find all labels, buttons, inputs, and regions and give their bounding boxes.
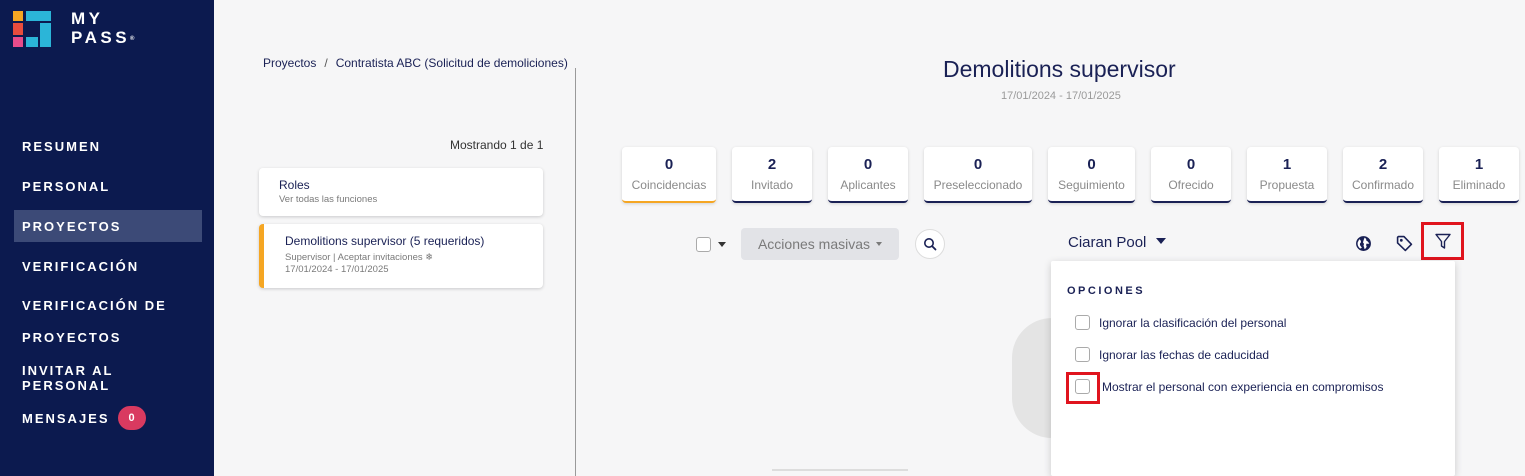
stat-label: Confirmado <box>1351 178 1415 192</box>
stat-label: Coincidencias <box>631 178 707 192</box>
nav-label: PERSONAL <box>22 178 111 194</box>
stat-coincidencias[interactable]: 0 Coincidencias <box>622 147 716 203</box>
card-title: Roles <box>279 178 310 192</box>
stat-aplicantes[interactable]: 0 Aplicantes <box>828 147 908 203</box>
card-dates: 17/01/2024 - 17/01/2025 <box>285 264 389 275</box>
stat-eliminado[interactable]: 1 Eliminado <box>1439 147 1519 203</box>
job-dates: 17/01/2024 - 17/01/2025 <box>1001 90 1121 102</box>
results-count: Mostrando 1 de 1 <box>450 138 544 152</box>
roles-card[interactable]: Roles Ver todas las funciones <box>259 168 543 216</box>
nav-label: PROYECTOS <box>22 218 122 234</box>
option-checkbox[interactable] <box>1075 347 1090 362</box>
stat-value: 0 <box>664 156 674 173</box>
stat-seguimiento[interactable]: 0 Seguimiento <box>1048 147 1135 203</box>
stat-preseleccionado[interactable]: 0 Preseleccionado <box>924 147 1032 203</box>
card-meta: Supervisor | Aceptar invitaciones ❄ <box>285 252 434 263</box>
stat-value: 0 <box>973 156 983 173</box>
logo-mark-icon <box>13 11 51 47</box>
option-ignore-classification[interactable]: Ignorar la clasificación del personal <box>1075 315 1286 330</box>
stat-value: 0 <box>863 156 873 173</box>
user-selector[interactable]: Ciaran Pool <box>1068 234 1167 251</box>
filter-button[interactable] <box>1421 222 1464 260</box>
filter-icon <box>1434 233 1451 249</box>
select-options-caret-icon[interactable] <box>718 242 726 247</box>
stat-value: 1 <box>1282 156 1292 173</box>
option-label: Mostrar el personal con experiencia en c… <box>1102 379 1384 394</box>
stat-value: 2 <box>1378 156 1388 173</box>
globe-button[interactable] <box>1352 232 1374 254</box>
stat-confirmado[interactable]: 2 Confirmado <box>1343 147 1423 203</box>
stat-label: Preseleccionado <box>933 178 1023 192</box>
breadcrumb: Proyectos / Contratista ABC (Solicitud de … <box>263 56 568 70</box>
option-label: Ignorar las fechas de caducidad <box>1099 347 1270 362</box>
nav-item-invitar-personal[interactable]: INVITAR AL PERSONAL <box>14 363 202 393</box>
nav-item-personal[interactable]: PERSONAL <box>14 178 202 194</box>
globe-icon <box>1355 235 1371 251</box>
search-icon <box>924 238 937 251</box>
nav-item-mensajes[interactable]: MENSAJES 0 <box>14 406 202 430</box>
stat-value: 0 <box>1186 156 1196 173</box>
breadcrumb-root-link[interactable]: Proyectos <box>263 56 316 70</box>
stat-label: Propuesta <box>1259 178 1315 192</box>
chevron-down-icon <box>876 242 883 246</box>
logo-text: MY PASS® <box>71 9 134 47</box>
chevron-down-icon <box>1156 238 1167 245</box>
search-button[interactable] <box>915 229 945 259</box>
stat-label: Seguimiento <box>1058 178 1125 192</box>
messages-count-badge: 0 <box>117 406 146 430</box>
stat-value: 0 <box>1087 156 1096 173</box>
nav-label: INVITAR AL PERSONAL <box>22 363 114 393</box>
nav-label-line2: PROYECTOS <box>22 330 122 345</box>
stat-value: 2 <box>767 156 777 173</box>
nav-item-verificacion[interactable]: VERIFICACIÓN <box>14 258 202 274</box>
nav-item-proyectos[interactable]: PROYECTOS <box>14 210 202 242</box>
role-card-demolitions-supervisor[interactable]: Demolitions supervisor (5 requeridos) Su… <box>259 224 543 288</box>
stat-ofrecido[interactable]: 0 Ofrecido <box>1151 147 1231 203</box>
nav-label: RESUMEN <box>22 138 102 154</box>
stat-invitado[interactable]: 2 Invitado <box>732 147 812 203</box>
sidebar: MY PASS® RESUMEN PERSONAL PROYECTOS VERI… <box>0 0 214 476</box>
logo-text-line1: MY <box>71 9 104 28</box>
nav-label: MENSAJES <box>22 410 110 426</box>
breadcrumb-current[interactable]: Contratista ABC (Solicitud de demolicion… <box>336 56 568 70</box>
breadcrumb-separator: / <box>324 56 328 70</box>
tag-icon <box>1396 235 1412 251</box>
option-show-engagement-experience[interactable]: Mostrar el personal con experiencia en c… <box>1075 379 1383 394</box>
logo-text-line2: PASS <box>71 28 131 47</box>
stat-label: Ofrecido <box>1168 178 1214 192</box>
stat-label: Invitado <box>750 178 794 192</box>
tag-button[interactable] <box>1393 232 1415 254</box>
select-all-checkbox[interactable] <box>696 237 711 252</box>
registered-mark: ® <box>130 36 135 42</box>
stat-propuesta[interactable]: 1 Propuesta <box>1247 147 1327 203</box>
bulk-actions-label: Acciones masivas <box>757 236 871 252</box>
stat-label: Eliminado <box>1452 178 1506 192</box>
nav-item-verificacion-proyectos[interactable]: VERIFICACIÓN DE PROYECTOS <box>14 290 202 345</box>
card-subtitle: Ver todas las funciones <box>279 194 378 205</box>
stat-value: 1 <box>1474 156 1484 173</box>
option-ignore-expiry-dates[interactable]: Ignorar las fechas de caducidad <box>1075 347 1269 362</box>
nav-label: VERIFICACIÓN <box>22 258 140 274</box>
option-label: Ignorar la clasificación del personal <box>1099 315 1287 330</box>
option-checkbox[interactable] <box>1075 315 1090 330</box>
job-title: Demolitions supervisor <box>943 56 1176 82</box>
nav-label-line1: VERIFICACIÓN DE <box>22 298 167 313</box>
user-selector-label: Ciaran Pool <box>1068 234 1147 251</box>
card-title: Demolitions supervisor (5 requeridos) <box>285 234 485 248</box>
stat-label: Aplicantes <box>840 178 896 192</box>
nav-item-resumen[interactable]: RESUMEN <box>14 138 202 154</box>
options-title: OPCIONES <box>1067 285 1146 297</box>
empty-state-divider <box>772 469 908 471</box>
checkbox-highlight <box>1066 372 1100 404</box>
options-dropdown: OPCIONES Ignorar la clasificación del pe… <box>1051 261 1455 476</box>
column-divider <box>575 68 576 476</box>
bulk-actions-button[interactable]: Acciones masivas <box>741 228 899 260</box>
